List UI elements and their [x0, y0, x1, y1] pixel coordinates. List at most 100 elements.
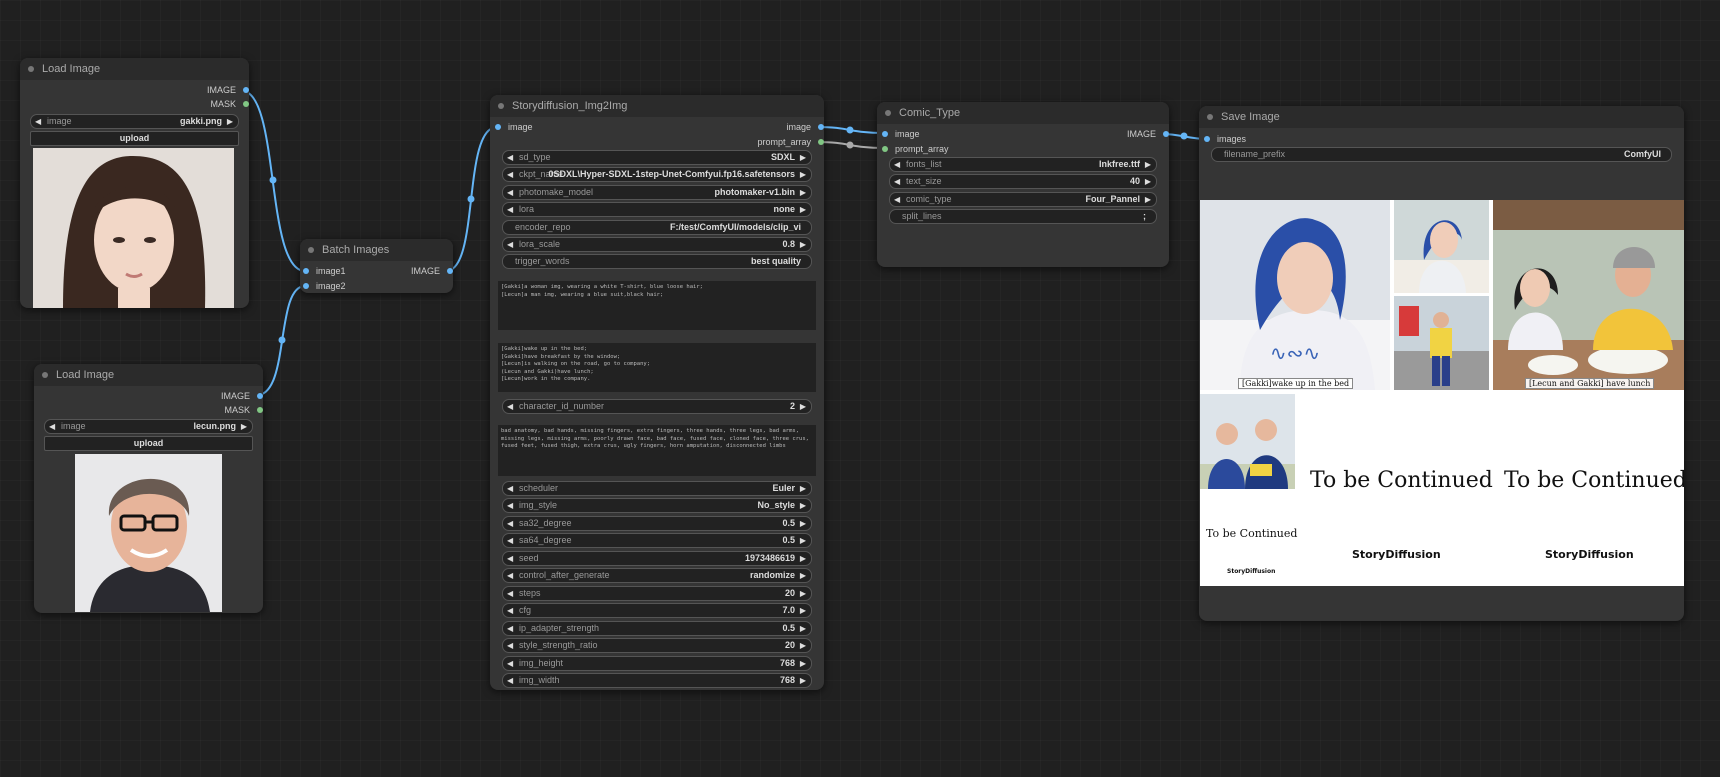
slot-dot[interactable]	[303, 283, 309, 289]
arrow-right-icon[interactable]: ▶	[800, 400, 806, 413]
input-prompt-array[interactable]: prompt_array	[882, 143, 949, 155]
style-strength-ratio-number[interactable]: ◀ style_strength_ratio 20 ▶	[502, 638, 812, 653]
arrow-right-icon[interactable]: ▶	[800, 622, 806, 635]
arrow-left-icon[interactable]: ◀	[49, 420, 55, 433]
img-style-combo[interactable]: ◀ img_style No_style ▶	[502, 498, 812, 513]
output-mask[interactable]: MASK	[210, 98, 249, 110]
arrow-right-icon[interactable]: ▶	[800, 203, 806, 216]
output-image[interactable]: IMAGE	[411, 265, 453, 277]
output-image[interactable]: image	[786, 121, 824, 133]
input-image[interactable]: image	[882, 128, 920, 140]
slot-dot[interactable]	[447, 268, 453, 274]
character-prompt-textarea[interactable]: [Gakki]a woman img, wearing a white T-sh…	[498, 281, 816, 330]
scene-prompt-textarea[interactable]: [Gakki]wake up in the bed; [Gakki]have b…	[498, 343, 816, 392]
load-image-node-2[interactable]: Load Image IMAGE MASK ◀ image lecun.png …	[34, 364, 263, 613]
slot-dot[interactable]	[818, 139, 824, 145]
node-title-bar[interactable]: Storydiffusion_Img2Img	[490, 95, 824, 117]
collapse-dot[interactable]	[885, 110, 891, 116]
output-image[interactable]: IMAGE	[1127, 128, 1169, 140]
comic-type-combo[interactable]: ◀ comic_type Four_Pannel ▶	[889, 192, 1157, 207]
scheduler-combo[interactable]: ◀ scheduler Euler ▶	[502, 481, 812, 496]
arrow-left-icon[interactable]: ◀	[35, 115, 41, 128]
arrow-left-icon[interactable]: ◀	[507, 674, 513, 687]
input-image1[interactable]: image1	[303, 265, 346, 277]
arrow-right-icon[interactable]: ▶	[241, 420, 247, 433]
arrow-left-icon[interactable]: ◀	[507, 622, 513, 635]
slot-dot[interactable]	[818, 124, 824, 130]
input-image[interactable]: image	[495, 121, 533, 133]
photomake-model-combo[interactable]: ◀ photomake_model photomaker-v1.bin ▶	[502, 185, 812, 200]
arrow-right-icon[interactable]: ▶	[227, 115, 233, 128]
collapse-dot[interactable]	[498, 103, 504, 109]
split-lines-field[interactable]: split_lines;	[889, 209, 1157, 224]
node-title-bar[interactable]: Batch Images	[300, 239, 453, 261]
collapse-dot[interactable]	[308, 247, 314, 253]
node-title-bar[interactable]: Comic_Type	[877, 102, 1169, 124]
arrow-left-icon[interactable]: ◀	[507, 151, 513, 164]
seed-number[interactable]: ◀ seed 1973486619 ▶	[502, 551, 812, 566]
text-size-number[interactable]: ◀ text_size 40 ▶	[889, 174, 1157, 189]
arrow-right-icon[interactable]: ▶	[800, 499, 806, 512]
arrow-left-icon[interactable]: ◀	[507, 552, 513, 565]
upload-button[interactable]: upload	[30, 131, 239, 146]
arrow-right-icon[interactable]: ▶	[800, 604, 806, 617]
upload-button[interactable]: upload	[44, 436, 253, 451]
output-prompt-array[interactable]: prompt_array	[757, 136, 824, 148]
slot-dot[interactable]	[882, 131, 888, 137]
storydiffusion-node[interactable]: Storydiffusion_Img2Img image image promp…	[490, 95, 824, 690]
img-width-number[interactable]: ◀ img_width 768 ▶	[502, 673, 812, 688]
arrow-right-icon[interactable]: ▶	[800, 657, 806, 670]
image-combo[interactable]: ◀ image lecun.png ▶	[44, 419, 253, 434]
arrow-left-icon[interactable]: ◀	[507, 400, 513, 413]
fonts-list-combo[interactable]: ◀ fonts_list Inkfree.ttf ▶	[889, 157, 1157, 172]
arrow-left-icon[interactable]: ◀	[507, 639, 513, 652]
slot-dot[interactable]	[243, 87, 249, 93]
node-title-bar[interactable]: Load Image	[34, 364, 263, 386]
load-image-node-1[interactable]: Load Image IMAGE MASK ◀ image gakki.png …	[20, 58, 249, 308]
output-image[interactable]: IMAGE	[221, 390, 263, 402]
sa64-degree-number[interactable]: ◀ sa64_degree 0.5 ▶	[502, 533, 812, 548]
slot-dot[interactable]	[257, 407, 263, 413]
output-image[interactable]: IMAGE	[207, 84, 249, 96]
ckpt-name-combo[interactable]: ◀ ckpt_name 0SDXL\Hyper-SDXL-1step-Unet-Co…	[502, 167, 812, 182]
node-title-bar[interactable]: Save Image	[1199, 106, 1684, 128]
arrow-left-icon[interactable]: ◀	[507, 604, 513, 617]
collapse-dot[interactable]	[42, 372, 48, 378]
batch-images-node[interactable]: Batch Images image1 image2 IMAGE	[300, 239, 453, 293]
output-mask[interactable]: MASK	[224, 404, 263, 416]
collapse-dot[interactable]	[28, 66, 34, 72]
arrow-right-icon[interactable]: ▶	[1145, 193, 1151, 206]
arrow-left-icon[interactable]: ◀	[507, 587, 513, 600]
steps-number[interactable]: ◀ steps 20 ▶	[502, 586, 812, 601]
arrow-right-icon[interactable]: ▶	[800, 569, 806, 582]
collapse-dot[interactable]	[1207, 114, 1213, 120]
slot-dot[interactable]	[882, 146, 888, 152]
arrow-left-icon[interactable]: ◀	[507, 499, 513, 512]
arrow-right-icon[interactable]: ▶	[800, 151, 806, 164]
slot-dot[interactable]	[257, 393, 263, 399]
arrow-left-icon[interactable]: ◀	[507, 482, 513, 495]
img-height-number[interactable]: ◀ img_height 768 ▶	[502, 656, 812, 671]
arrow-right-icon[interactable]: ▶	[800, 587, 806, 600]
control-after-generate-combo[interactable]: ◀ control_after_generate randomize ▶	[502, 568, 812, 583]
lora-combo[interactable]: ◀ lora none ▶	[502, 202, 812, 217]
arrow-right-icon[interactable]: ▶	[1145, 158, 1151, 171]
arrow-left-icon[interactable]: ◀	[507, 186, 513, 199]
sd-type-combo[interactable]: ◀ sd_type SDXL ▶	[502, 150, 812, 165]
slot-dot[interactable]	[1163, 131, 1169, 137]
arrow-right-icon[interactable]: ▶	[800, 238, 806, 251]
arrow-left-icon[interactable]: ◀	[507, 203, 513, 216]
image-combo[interactable]: ◀ image gakki.png ▶	[30, 114, 239, 129]
arrow-right-icon[interactable]: ▶	[800, 482, 806, 495]
arrow-left-icon[interactable]: ◀	[507, 168, 513, 181]
arrow-left-icon[interactable]: ◀	[507, 517, 513, 530]
node-title-bar[interactable]: Load Image	[20, 58, 249, 80]
arrow-left-icon[interactable]: ◀	[507, 534, 513, 547]
slot-dot[interactable]	[1204, 136, 1210, 142]
input-image2[interactable]: image2	[303, 280, 346, 292]
arrow-left-icon[interactable]: ◀	[894, 193, 900, 206]
character-id-number[interactable]: ◀ character_id_number 2 ▶	[502, 399, 812, 414]
cfg-number[interactable]: ◀ cfg 7.0 ▶	[502, 603, 812, 618]
arrow-left-icon[interactable]: ◀	[894, 175, 900, 188]
comic-type-node[interactable]: Comic_Type image prompt_array IMAGE ◀ fon…	[877, 102, 1169, 267]
